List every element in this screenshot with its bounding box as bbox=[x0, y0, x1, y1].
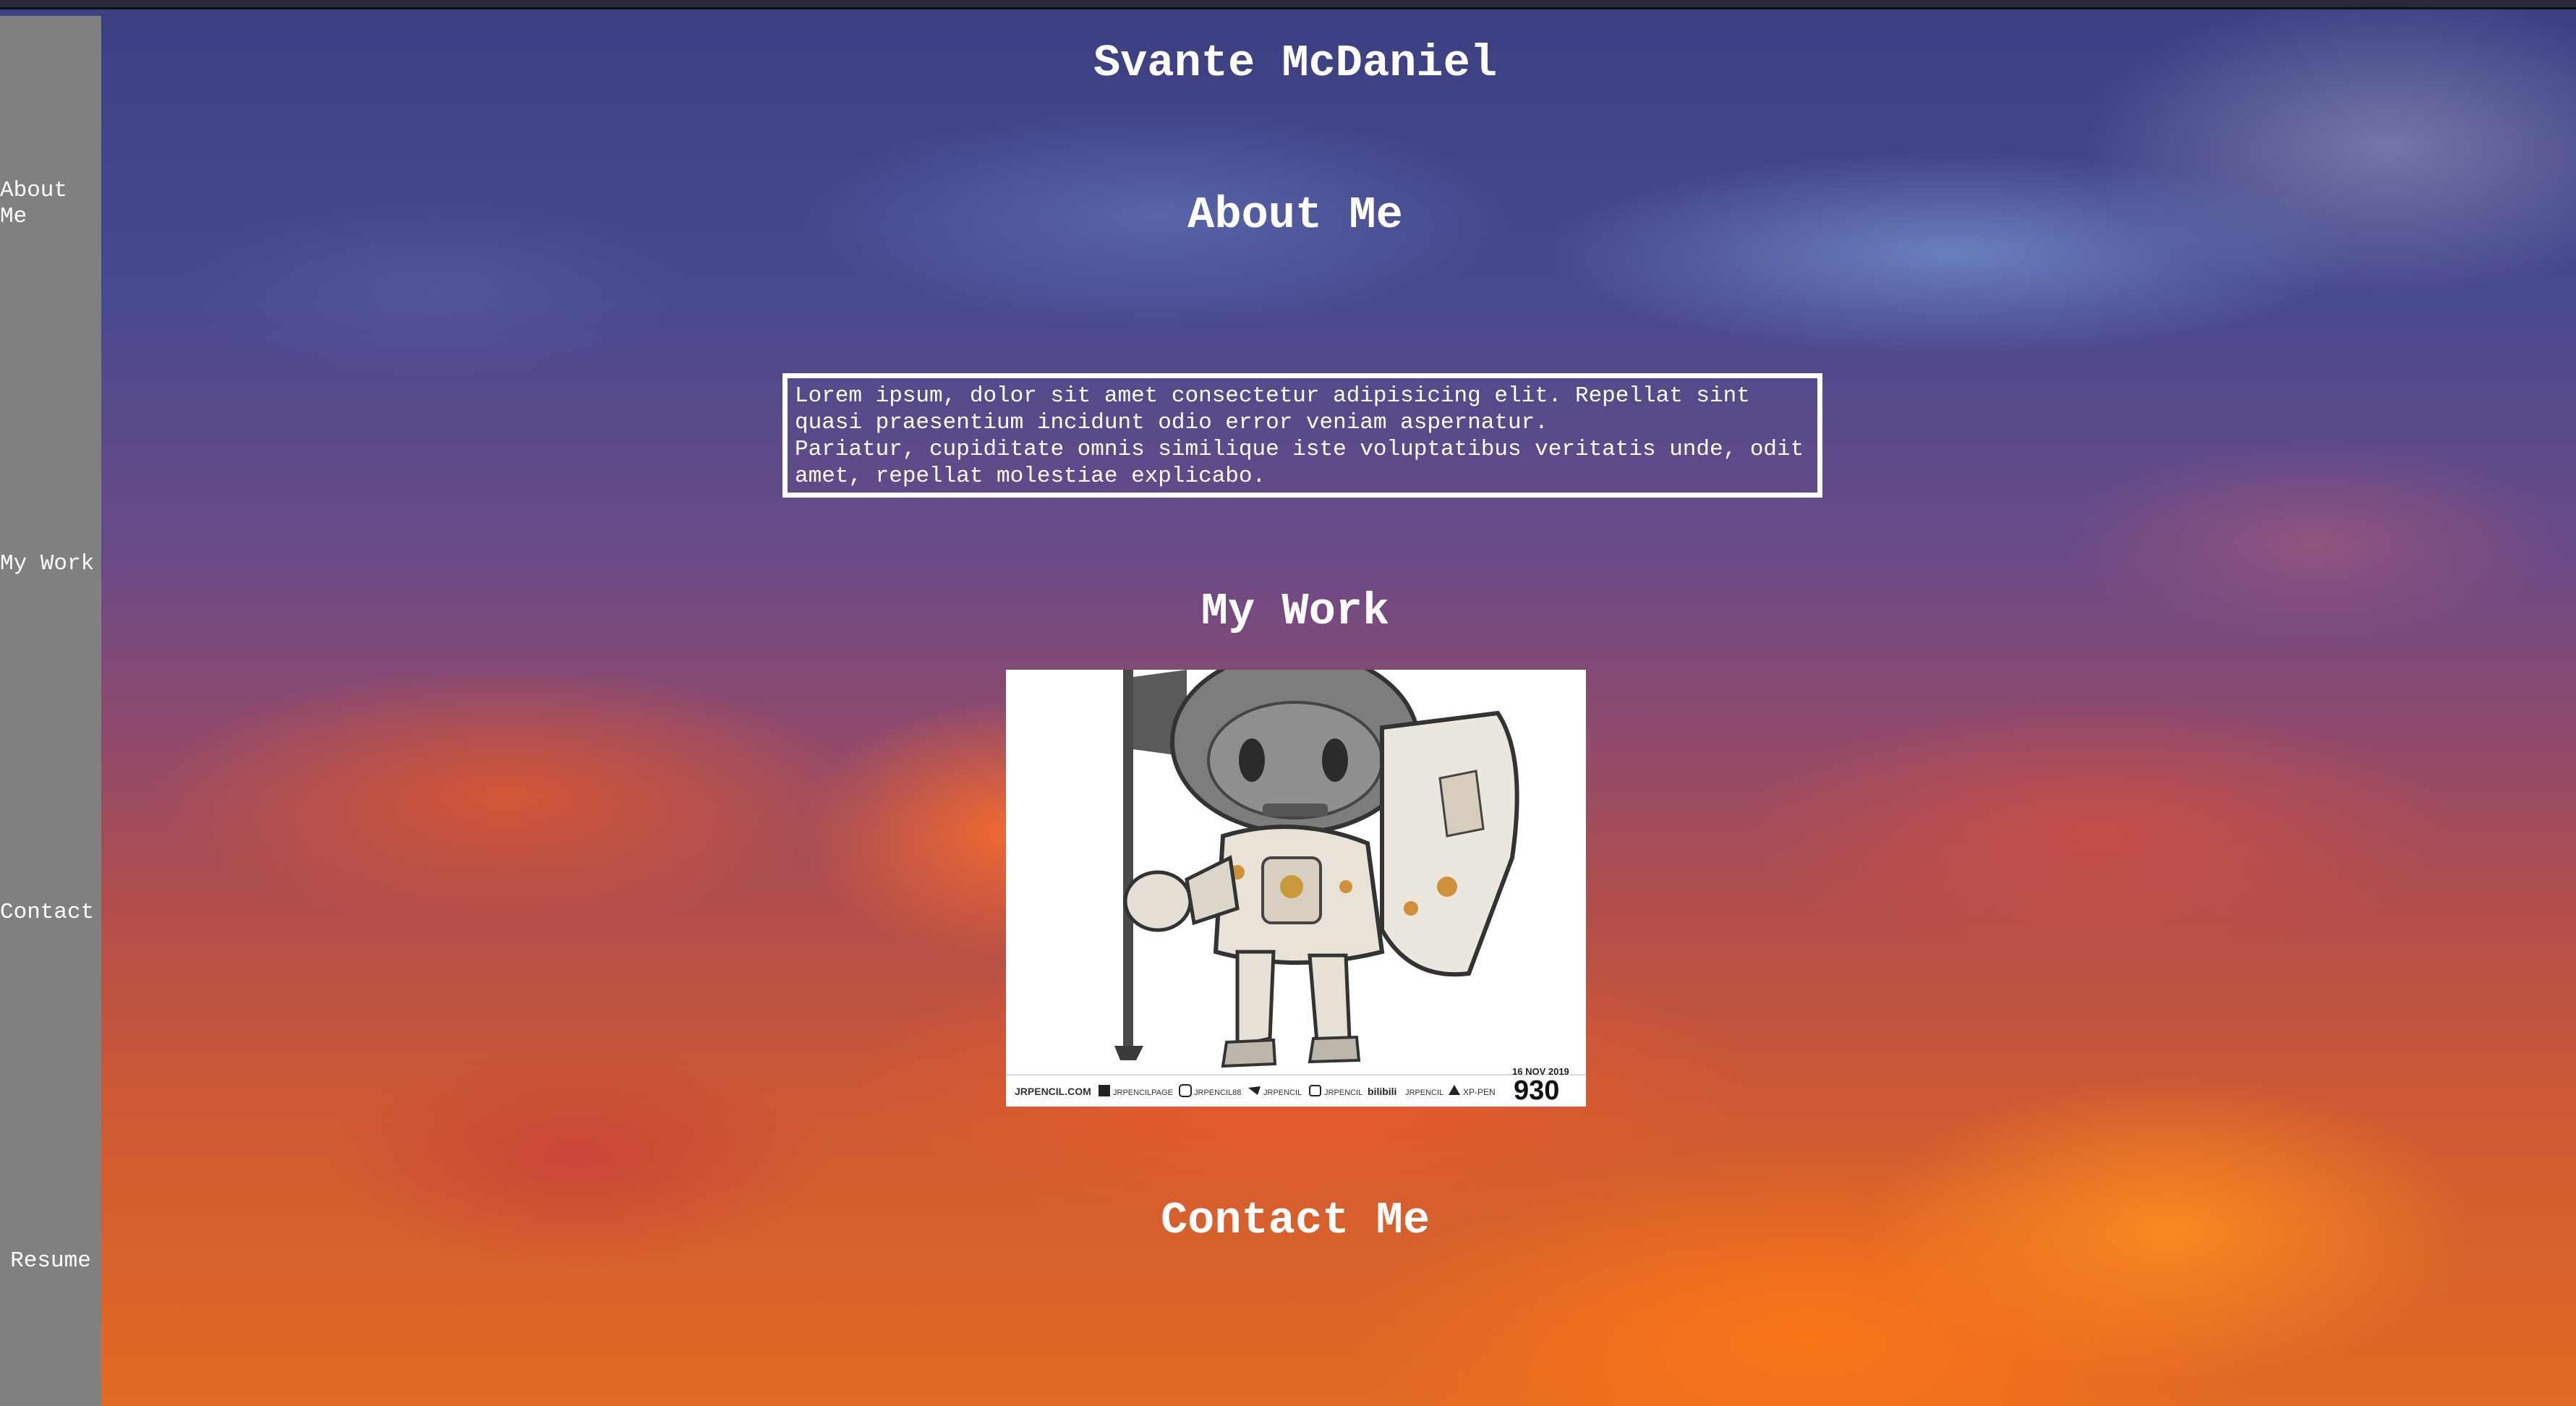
artwork-social-5: JRPENCIL bbox=[1405, 1088, 1443, 1097]
artwork-social-3: JRPENCIL bbox=[1263, 1088, 1302, 1097]
work-artwork-image[interactable]: JRPENCIL.COM JRPENCILPAGE JRPENCIL88 JRP… bbox=[1006, 670, 1586, 1107]
sidebar-item-resume[interactable]: Resume bbox=[0, 1248, 101, 1274]
contact-heading: Contact Me bbox=[1160, 1195, 1430, 1246]
artwork-caption-left: JRPENCIL.COM bbox=[1015, 1086, 1091, 1097]
about-paragraph-2: Pariatur, cupiditate omnis similique ist… bbox=[795, 437, 1804, 489]
sidebar-item-contact[interactable]: Contact bbox=[0, 900, 101, 926]
artwork-social-6: XP-PEN bbox=[1463, 1087, 1496, 1097]
artwork-social-2: JRPENCIL88 bbox=[1194, 1088, 1241, 1097]
main-content: Svante McDaniel About Me Lorem ipsum, do… bbox=[101, 0, 2489, 1406]
about-heading: About Me bbox=[1187, 189, 1403, 241]
about-paragraph-1: Lorem ipsum, dolor sit amet consectetur … bbox=[795, 383, 1750, 435]
work-heading: My Work bbox=[1200, 586, 1390, 637]
svg-text:bilibili: bilibili bbox=[1368, 1086, 1396, 1097]
sidebar-item-about-me[interactable]: About Me bbox=[0, 178, 80, 230]
site-title: Svante McDaniel bbox=[1093, 38, 1498, 89]
robot-artwork-illustration: JRPENCIL.COM JRPENCILPAGE JRPENCIL88 JRP… bbox=[1006, 670, 1586, 1106]
artwork-social-1: JRPENCILPAGE bbox=[1113, 1088, 1173, 1097]
about-text-box: Lorem ipsum, dolor sit amet consectetur … bbox=[782, 373, 1822, 498]
artwork-number: 930 bbox=[1514, 1075, 1559, 1106]
sidebar-item-my-work[interactable]: My Work bbox=[0, 551, 101, 577]
sidebar-nav: About Me My Work Contact Resume bbox=[0, 16, 101, 1406]
artwork-social-4: JRPENCIL bbox=[1324, 1088, 1362, 1097]
